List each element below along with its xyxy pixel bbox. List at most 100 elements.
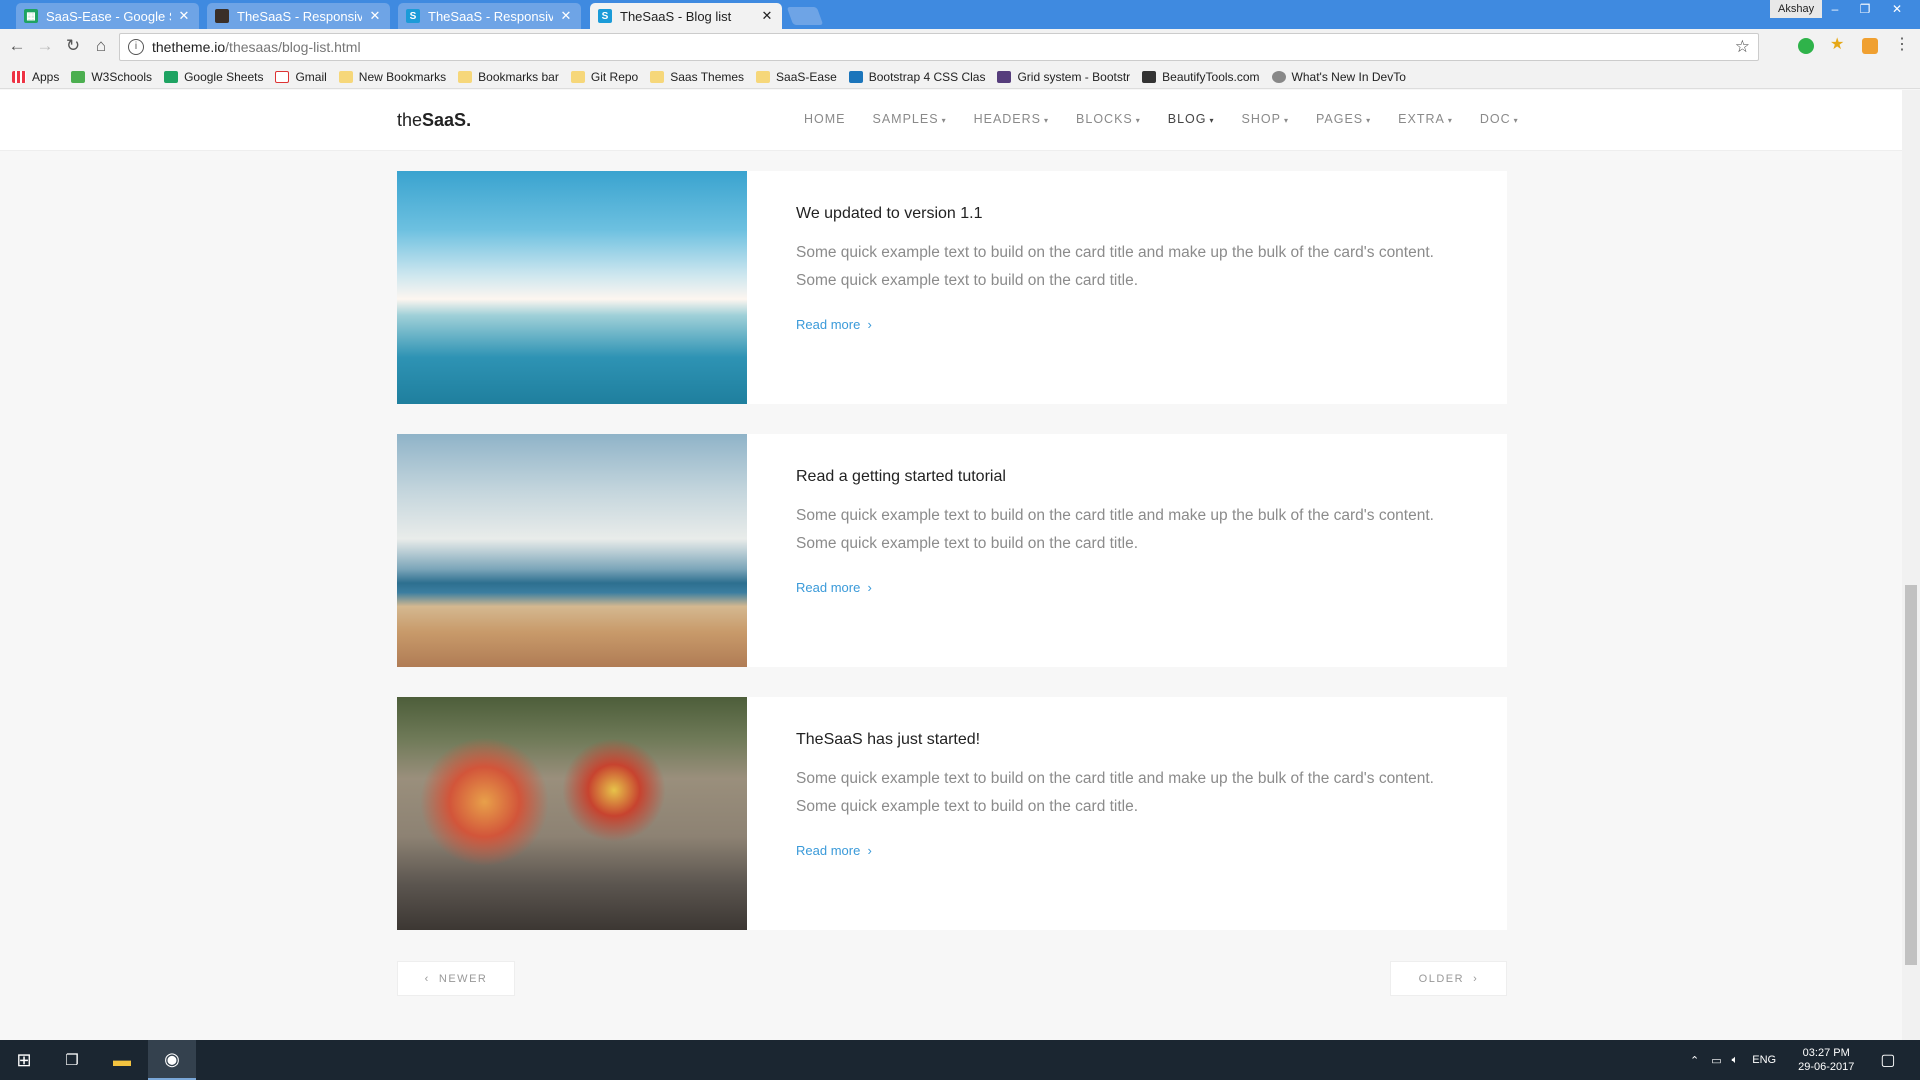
newer-button[interactable]: ‹ NEWER bbox=[397, 961, 515, 996]
menu-extra[interactable]: EXTRA ▾ bbox=[1398, 112, 1453, 126]
tray-chevron-up-icon[interactable]: ⌃ bbox=[1690, 1054, 1699, 1067]
read-more-label: Read more bbox=[796, 317, 861, 332]
bookmark-label: What's New In DevTo bbox=[1291, 69, 1406, 84]
bookmark-item[interactable]: BeautifyTools.com bbox=[1142, 70, 1260, 84]
sheets-icon: ▦ bbox=[24, 9, 38, 23]
tab-title: TheSaaS - Blog list bbox=[620, 8, 732, 24]
bookmark-item[interactable]: W3Schools bbox=[71, 70, 152, 84]
post-excerpt: Some quick example text to build on the … bbox=[796, 507, 1434, 552]
menu-doc[interactable]: DOC ▾ bbox=[1480, 112, 1519, 126]
crowded-beach-photo[interactable] bbox=[397, 434, 747, 667]
older-button[interactable]: OLDER › bbox=[1390, 961, 1507, 996]
bookmark-folder[interactable]: Saas Themes bbox=[650, 70, 744, 84]
newer-label: NEWER bbox=[438, 972, 488, 985]
menu-headers[interactable]: HEADERS ▾ bbox=[974, 112, 1049, 126]
caret-down-icon: ▾ bbox=[1447, 116, 1453, 125]
window-close-icon[interactable]: ✕ bbox=[1882, 0, 1912, 18]
back-arrow-icon[interactable]: ← bbox=[6, 36, 28, 56]
profile-button[interactable]: Akshay bbox=[1770, 0, 1823, 18]
bookmark-item[interactable]: Apps bbox=[12, 70, 59, 84]
info-icon[interactable]: i bbox=[128, 39, 144, 55]
post-title[interactable]: TheSaaS has just started! bbox=[796, 731, 980, 749]
caret-down-icon: ▾ bbox=[941, 116, 947, 125]
chevron-right-icon: › bbox=[1464, 972, 1479, 985]
logo-bold-text: SaaS. bbox=[422, 110, 472, 130]
extension-orange-icon[interactable] bbox=[1862, 38, 1878, 54]
chevron-right-icon: › bbox=[863, 843, 872, 858]
site-navbar: theSaaS. HOME SAMPLES ▾ HEADERS ▾ BLOCKS ▾ … bbox=[0, 90, 1902, 151]
extension-green-icon[interactable] bbox=[1798, 38, 1814, 54]
bookmark-item[interactable]: Gmail bbox=[275, 70, 327, 84]
menu-samples[interactable]: SAMPLES ▾ bbox=[873, 112, 947, 126]
read-more-link[interactable]: Read more › bbox=[796, 843, 872, 858]
bookmark-folder[interactable]: Bookmarks bar bbox=[458, 70, 559, 84]
menu-shop[interactable]: SHOP ▾ bbox=[1242, 112, 1289, 126]
blog-card: TheSaaS has just started! Some quick exa… bbox=[397, 697, 1507, 930]
address-bar[interactable]: i thetheme.io/thesaas/blog-list.html ☆ bbox=[119, 33, 1759, 61]
menu-blocks[interactable]: BLOCKS ▾ bbox=[1076, 112, 1141, 126]
browser-tab[interactable]: ▦ SaaS-Ease - Google Sheets ✕ bbox=[16, 3, 199, 29]
browser-tabstrip: ▦ SaaS-Ease - Google Sheets ✕ TheSaaS - … bbox=[0, 0, 1920, 29]
bookmark-folder[interactable]: SaaS-Ease bbox=[756, 70, 837, 84]
sheets-icon bbox=[164, 70, 179, 83]
task-view-icon[interactable]: ❐ bbox=[48, 1040, 96, 1080]
clock[interactable]: 03:27 PM 29-06-2017 bbox=[1798, 1046, 1854, 1074]
thesaas-dark-icon bbox=[215, 9, 229, 23]
post-title[interactable]: Read a getting started tutorial bbox=[796, 468, 1006, 486]
extension-star-icon[interactable]: ★ bbox=[1830, 34, 1846, 53]
close-icon[interactable]: ✕ bbox=[760, 8, 774, 24]
windows-start-icon[interactable]: ⊞ bbox=[0, 1040, 48, 1080]
post-title[interactable]: We updated to version 1.1 bbox=[796, 205, 983, 223]
volume-icon[interactable]: 🔈︎ bbox=[1732, 1054, 1739, 1067]
network-icon[interactable]: ▭ bbox=[1711, 1054, 1721, 1067]
read-more-link[interactable]: Read more › bbox=[796, 580, 872, 595]
home-icon[interactable]: ⌂ bbox=[90, 36, 112, 56]
menu-pages[interactable]: PAGES ▾ bbox=[1316, 112, 1371, 126]
site-logo[interactable]: theSaaS. bbox=[397, 110, 471, 131]
bookmark-item[interactable]: Google Sheets bbox=[164, 70, 263, 84]
system-tray: ⌃ ▭ 🔈︎ ENG 03:27 PM 29-06-2017 ▢ bbox=[1690, 1040, 1895, 1080]
new-tab-button[interactable] bbox=[786, 7, 824, 25]
chevron-right-icon: › bbox=[863, 580, 872, 595]
menu-blog[interactable]: BLOG ▾ bbox=[1168, 112, 1215, 126]
bookmark-star-icon[interactable]: ☆ bbox=[1735, 37, 1750, 57]
close-icon[interactable]: ✕ bbox=[177, 8, 191, 24]
read-more-label: Read more bbox=[796, 843, 861, 858]
close-icon[interactable]: ✕ bbox=[559, 8, 573, 24]
language-indicator[interactable]: ENG bbox=[1752, 1054, 1776, 1066]
minimize-icon[interactable]: – bbox=[1820, 0, 1850, 18]
bookmark-folder[interactable]: Git Repo bbox=[570, 70, 638, 84]
browser-toolbar: ← → ↻ ⌂ i thetheme.io/thesaas/blog-list.… bbox=[0, 29, 1920, 65]
read-more-link[interactable]: Read more › bbox=[796, 317, 872, 332]
browser-tab[interactable]: TheSaaS - Responsive Bootstrap ✕ bbox=[207, 3, 390, 29]
scrollbar-thumb[interactable] bbox=[1905, 585, 1917, 965]
bookmark-label: SaaS-Ease bbox=[776, 69, 837, 84]
folder-icon bbox=[338, 70, 353, 83]
menu-kebab-icon[interactable]: ⋮ bbox=[1894, 34, 1910, 53]
browser-tab[interactable]: S TheSaaS - Responsive Bootstrap ✕ bbox=[398, 3, 581, 29]
close-icon[interactable]: ✕ bbox=[368, 8, 382, 24]
street-painter-photo[interactable] bbox=[397, 697, 747, 930]
clock-date: 29-06-2017 bbox=[1798, 1061, 1855, 1073]
menu-home[interactable]: HOME bbox=[804, 112, 846, 126]
ocean-horizon-photo[interactable] bbox=[397, 171, 747, 404]
w3schools-icon bbox=[71, 70, 86, 83]
reload-icon[interactable]: ↻ bbox=[62, 36, 84, 56]
bookmark-item[interactable]: Bootstrap 4 CSS Clas bbox=[848, 70, 985, 84]
thesaas-icon: S bbox=[598, 9, 612, 23]
bookmark-label: Grid system - Bootstr bbox=[1017, 69, 1131, 84]
page-scrollbar[interactable] bbox=[1902, 90, 1920, 1040]
bookmark-label: Bookmarks bar bbox=[478, 69, 559, 84]
bookmark-item[interactable]: What's New In DevTo bbox=[1271, 69, 1406, 84]
file-explorer-icon[interactable]: ▬ bbox=[98, 1040, 146, 1080]
bookmark-folder[interactable]: New Bookmarks bbox=[338, 70, 446, 84]
post-excerpt: Some quick example text to build on the … bbox=[796, 244, 1434, 289]
bookmark-item[interactable]: Grid system - Bootstr bbox=[997, 70, 1130, 84]
notifications-icon[interactable]: ▢ bbox=[1880, 1050, 1895, 1070]
tab-title: TheSaaS - Responsive Bootstrap bbox=[237, 8, 362, 24]
chrome-icon[interactable]: ◉ bbox=[148, 1040, 196, 1080]
forward-arrow-icon[interactable]: → bbox=[34, 36, 56, 56]
bootstrap-b-icon bbox=[997, 70, 1012, 83]
browser-tab-active[interactable]: S TheSaaS - Blog list ✕ bbox=[590, 3, 782, 29]
restore-icon[interactable]: ❐ bbox=[1850, 0, 1880, 18]
